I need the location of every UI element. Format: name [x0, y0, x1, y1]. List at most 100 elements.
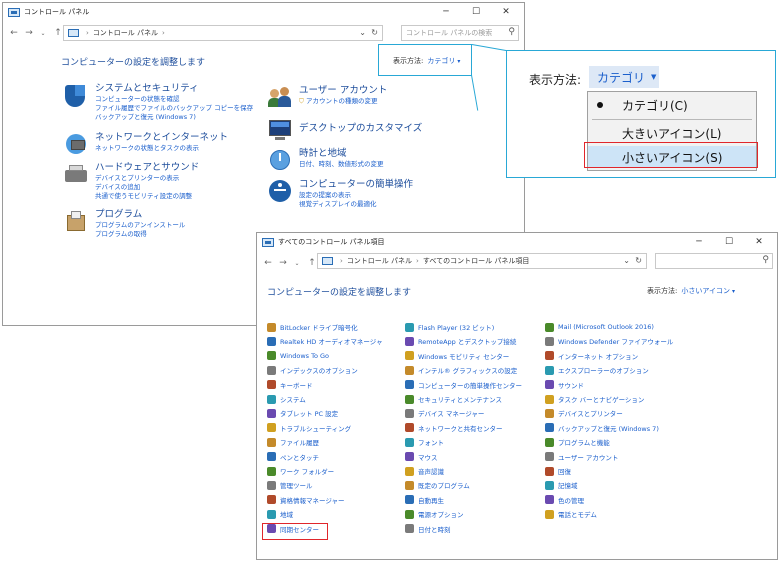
chevron-down-icon[interactable]: ⌄ [359, 28, 366, 37]
view-by-control[interactable]: 表示方法: 小さいアイコン ▾ [647, 286, 735, 296]
control-panel-item[interactable]: エクスプローラーのオプション [545, 364, 649, 376]
control-panel-item[interactable]: デバイスとプリンター [545, 407, 623, 419]
category-link[interactable]: プログラムのアンインストール [95, 221, 185, 230]
address-bar[interactable]: › コントロール パネル › ⌄ ↻ [63, 25, 383, 41]
control-panel-item[interactable]: Mail (Microsoft Outlook 2016) [545, 321, 654, 333]
view-by-dropdown[interactable]: カテゴリ ▼ [589, 66, 659, 88]
control-panel-item[interactable]: 音声認識 [405, 465, 444, 477]
category-network-internet[interactable]: ネットワークとインターネット ネットワークの状態とタスクの表示 [63, 132, 228, 158]
menu-item-category[interactable]: カテゴリ(C) [588, 94, 756, 116]
forward-arrow-icon[interactable]: → [23, 28, 35, 38]
category-link[interactable]: 共通で使うモビリティ設定の調整 [95, 192, 199, 201]
control-panel-item[interactable]: 色の管理 [545, 494, 584, 506]
control-panel-item[interactable]: マウス [405, 451, 438, 463]
category-title[interactable]: ハードウェアとサウンド [95, 162, 199, 174]
view-by-value[interactable]: 小さいアイコン [681, 287, 730, 295]
control-panel-item[interactable]: 日付と時刻 [405, 523, 451, 535]
control-panel-item[interactable]: BitLocker ドライブ暗号化 [267, 321, 358, 333]
control-panel-item[interactable]: ユーザー アカウント [545, 451, 618, 463]
forward-arrow-icon[interactable]: → [277, 258, 289, 268]
maximize-button[interactable]: ☐ [715, 233, 743, 251]
control-panel-item[interactable]: トラブルシューティング [267, 422, 351, 434]
recent-chevron-icon[interactable]: ⌄ [291, 260, 303, 267]
control-panel-item[interactable]: 記憶域 [545, 479, 578, 491]
menu-item-large-icons[interactable]: 大きいアイコン(L) [588, 122, 756, 144]
control-panel-item[interactable]: 管理ツール [267, 479, 313, 491]
control-panel-item[interactable]: インデックスのオプション [267, 364, 358, 376]
back-arrow-icon[interactable]: ← [8, 28, 20, 38]
control-panel-item[interactable]: 地域 [267, 508, 293, 520]
category-desktop-customization[interactable]: デスクトップのカスタマイズ [267, 117, 422, 143]
control-panel-item[interactable]: Windows Defender ファイアウォール [545, 335, 673, 347]
control-panel-item[interactable]: バックアップと復元 (Windows 7) [545, 422, 659, 434]
category-link[interactable]: バックアップと復元 (Windows 7) [95, 113, 253, 122]
control-panel-item[interactable]: サウンド [545, 379, 584, 391]
control-panel-item[interactable]: Windows モビリティ センター [405, 350, 509, 362]
control-panel-item[interactable]: ファイル履歴 [267, 436, 319, 448]
category-link[interactable]: 日付、時刻、数値形式の変更 [299, 160, 384, 169]
control-panel-item[interactable]: タブレット PC 設定 [267, 407, 338, 419]
category-title[interactable]: システムとセキュリティ [95, 83, 253, 95]
control-panel-item[interactable]: ペンとタッチ [267, 451, 319, 463]
control-panel-item[interactable]: インターネット オプション [545, 350, 638, 362]
category-title[interactable]: ユーザー アカウント [299, 85, 387, 97]
breadcrumb-item[interactable]: コントロール パネル [347, 256, 412, 266]
control-panel-item[interactable]: 自動再生 [405, 494, 444, 506]
search-input[interactable]: コントロール パネルの検索 ⚲ [401, 25, 519, 41]
minimize-button[interactable]: ─ [432, 3, 460, 21]
minimize-button[interactable]: ─ [685, 233, 713, 251]
category-link[interactable]: 視覚ディスプレイの最適化 [299, 200, 413, 209]
breadcrumb-item[interactable]: すべてのコントロール パネル項目 [423, 256, 529, 266]
control-panel-item[interactable]: インテル® グラフィックスの設定 [405, 364, 517, 376]
back-arrow-icon[interactable]: ← [262, 258, 274, 268]
breadcrumb-item[interactable]: コントロール パネル [93, 28, 158, 38]
control-panel-item[interactable]: タスク バーとナビゲーション [545, 393, 644, 405]
chevron-down-icon[interactable]: ⌄ [623, 256, 630, 265]
category-link[interactable]: デバイスとプリンターの表示 [95, 174, 199, 183]
category-link[interactable]: ⛉ アカウントの種類の変更 [299, 97, 387, 106]
close-button[interactable]: ✕ [745, 233, 773, 251]
recent-chevron-icon[interactable]: ⌄ [37, 30, 49, 37]
category-system-security[interactable]: システムとセキュリティ コンピューターの状態を確認 ファイル履歴でファイルのバッ… [63, 83, 253, 122]
control-panel-item[interactable]: ワーク フォルダー [267, 465, 334, 477]
control-panel-item[interactable]: セキュリティとメンテナンス [405, 393, 502, 405]
control-panel-item[interactable]: Flash Player (32 ビット) [405, 321, 494, 333]
control-panel-item[interactable]: デバイス マネージャー [405, 407, 484, 419]
control-panel-item[interactable]: Realtek HD オーディオマネージャ [267, 335, 382, 347]
control-panel-item[interactable]: Windows To Go [267, 350, 329, 362]
control-panel-item[interactable]: フォント [405, 436, 444, 448]
category-hardware-sound[interactable]: ハードウェアとサウンド デバイスとプリンターの表示 デバイスの追加 共通で使うモ… [63, 162, 199, 201]
search-input[interactable]: ⚲ [655, 253, 773, 269]
control-panel-item[interactable]: コンピューターの簡単操作センター [405, 379, 522, 391]
category-link[interactable]: デバイスの追加 [95, 183, 199, 192]
control-panel-item[interactable]: 回復 [545, 465, 571, 477]
control-panel-item[interactable]: キーボード [267, 379, 313, 391]
category-link[interactable]: プログラムの取得 [95, 230, 185, 239]
control-panel-item[interactable]: システム [267, 393, 306, 405]
category-title[interactable]: コンピューターの簡単操作 [299, 179, 413, 191]
control-panel-item[interactable]: プログラムと機能 [545, 436, 610, 448]
search-icon[interactable]: ⚲ [762, 255, 769, 265]
category-title[interactable]: プログラム [95, 209, 185, 221]
category-ease-of-access[interactable]: コンピューターの簡単操作 設定の提案の表示 視覚ディスプレイの最適化 [267, 179, 413, 209]
control-panel-item[interactable]: 電源オプション [405, 508, 464, 520]
category-programs[interactable]: プログラム プログラムのアンインストール プログラムの取得 [63, 209, 185, 239]
control-panel-item[interactable]: ネットワークと共有センター [405, 422, 503, 434]
category-user-accounts[interactable]: ユーザー アカウント ⛉ アカウントの種類の変更 [267, 85, 387, 111]
control-panel-item[interactable]: 電話とモデム [545, 508, 597, 520]
category-title[interactable]: デスクトップのカスタマイズ [299, 123, 422, 135]
maximize-button[interactable]: ☐ [462, 3, 490, 21]
control-panel-item[interactable]: 資格情報マネージャー [267, 494, 345, 506]
search-icon[interactable]: ⚲ [508, 27, 515, 37]
address-bar[interactable]: › コントロール パネル › すべてのコントロール パネル項目 ⌄ ↻ [317, 253, 647, 269]
control-panel-item[interactable]: RemoteApp とデスクトップ接続 [405, 335, 516, 347]
category-link[interactable]: コンピューターの状態を確認 [95, 95, 253, 104]
category-title[interactable]: ネットワークとインターネット [95, 132, 228, 144]
category-link[interactable]: 設定の提案の表示 [299, 191, 413, 200]
refresh-icon[interactable]: ↻ [635, 256, 642, 265]
category-title[interactable]: 時計と地域 [299, 148, 384, 160]
refresh-icon[interactable]: ↻ [371, 28, 378, 37]
close-button[interactable]: ✕ [492, 3, 520, 21]
chevron-down-icon[interactable]: ▾ [732, 288, 735, 295]
category-link[interactable]: ファイル履歴でファイルのバックアップ コピーを保存 [95, 104, 253, 113]
